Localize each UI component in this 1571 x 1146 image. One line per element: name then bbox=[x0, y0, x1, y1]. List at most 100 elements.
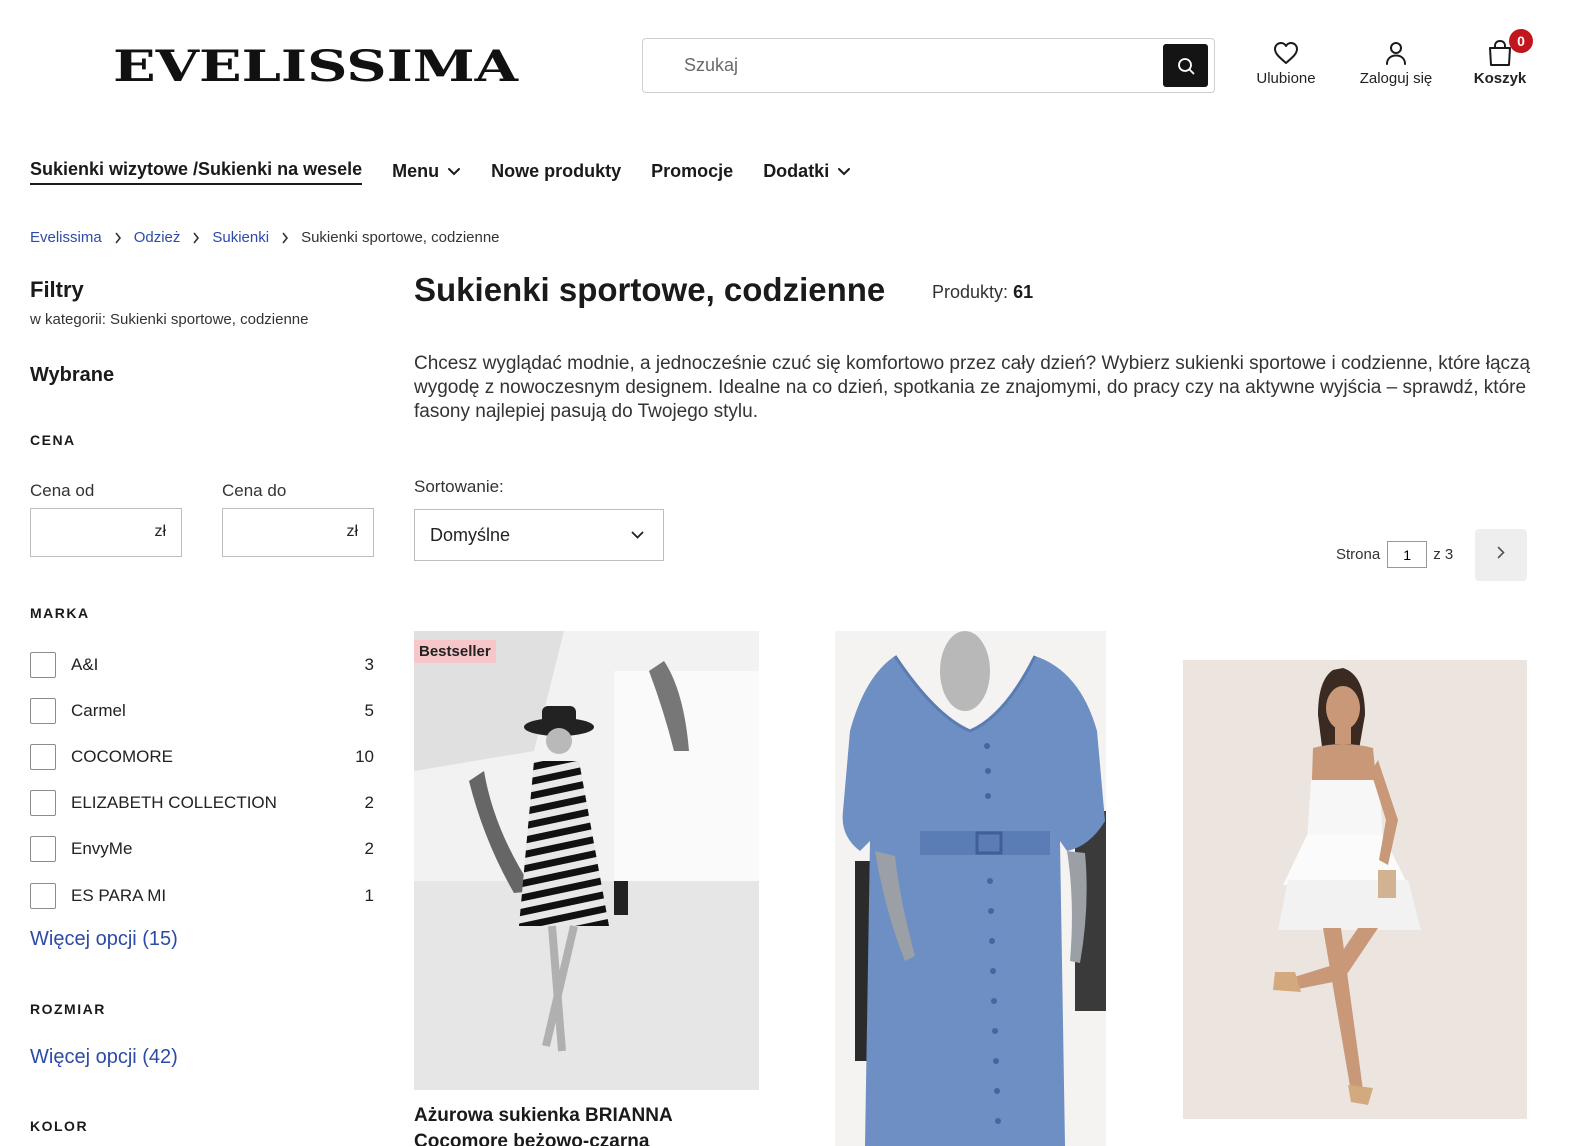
brand-count: 2 bbox=[364, 792, 374, 812]
selected-filters-heading: Wybrane bbox=[30, 364, 115, 386]
sort-selected-value: Domyślne bbox=[430, 524, 511, 545]
product-count-label: Produkty: bbox=[932, 282, 1009, 302]
brand-option[interactable]: EnvyMe 2 bbox=[30, 835, 374, 862]
logo-wordmark: EVELISSIMA bbox=[113, 48, 519, 84]
nav-item-label: Dodatki bbox=[763, 160, 830, 181]
nav-item-label: Nowe produkty bbox=[491, 160, 622, 181]
price-from-label: Cena od bbox=[30, 481, 95, 500]
nav-item-promotions[interactable]: Promocje bbox=[651, 158, 733, 184]
brand-name: ELIZABETH COLLECTION bbox=[71, 792, 277, 812]
brand-checkbox[interactable] bbox=[30, 835, 56, 862]
brand-checkbox[interactable] bbox=[30, 651, 56, 678]
pagination-total: z 3 bbox=[1433, 546, 1454, 563]
cart-link[interactable]: 0 Koszyk bbox=[1470, 29, 1533, 87]
chevron-down-icon bbox=[447, 167, 461, 176]
search-icon bbox=[1177, 57, 1194, 74]
product-title[interactable]: Ażurowa sukienka BRIANNA Cocomore beżowo… bbox=[414, 1103, 754, 1146]
brand-count: 2 bbox=[364, 838, 374, 858]
cart-label: Koszyk bbox=[1473, 70, 1527, 87]
filters-subtitle: w kategorii: Sukienki sportowe, codzienn… bbox=[30, 311, 309, 328]
main-navigation: Sukienki wizytowe /Sukienki na wesele Me… bbox=[30, 157, 881, 185]
product-card-image[interactable] bbox=[1183, 660, 1527, 1119]
login-link[interactable]: Zaloguj się bbox=[1354, 38, 1438, 87]
breadcrumb-link-dresses[interactable]: Sukienki bbox=[212, 229, 269, 246]
brand-option[interactable]: Carmel 5 bbox=[30, 697, 374, 724]
brand-option[interactable]: COCOMORE 10 bbox=[30, 743, 374, 770]
brand-option[interactable]: ES PARA MI 1 bbox=[30, 882, 374, 909]
sort-label: Sortowanie: bbox=[414, 477, 504, 496]
sort-select[interactable]: Domyślne bbox=[414, 509, 664, 561]
heart-icon bbox=[1273, 38, 1299, 68]
breadcrumb: Evelissima Odzież Sukienki Sukienki spor… bbox=[30, 229, 500, 246]
product-photo bbox=[1183, 660, 1527, 1119]
brand-checkbox[interactable] bbox=[30, 789, 56, 816]
size-filter-heading: ROZMIAR bbox=[30, 1001, 106, 1017]
price-to-field[interactable]: zł bbox=[222, 508, 374, 557]
product-card-image[interactable] bbox=[835, 631, 1106, 1146]
nav-item-label: Sukienki wizytowe /Sukienki na wesele bbox=[30, 158, 363, 179]
color-filter-heading: KOLOR bbox=[30, 1118, 89, 1134]
brand-name: ES PARA MI bbox=[71, 885, 167, 905]
price-from-field[interactable]: zł bbox=[30, 508, 182, 557]
price-filter-heading: CENA bbox=[30, 432, 76, 448]
currency-label: zł bbox=[346, 523, 358, 540]
breadcrumb-link-clothing[interactable]: Odzież bbox=[134, 229, 181, 246]
size-more-options-link[interactable]: Więcej opcji (42) bbox=[30, 1046, 178, 1069]
favorites-link[interactable]: Ulubione bbox=[1251, 38, 1321, 87]
search-input[interactable] bbox=[643, 39, 1153, 92]
page-number-input[interactable] bbox=[1387, 541, 1428, 568]
product-card-image[interactable] bbox=[414, 631, 759, 1090]
user-icon bbox=[1384, 38, 1408, 68]
brand-checkbox[interactable] bbox=[30, 882, 56, 909]
price-from-input[interactable] bbox=[31, 509, 141, 556]
brand-name: COCOMORE bbox=[71, 746, 173, 766]
breadcrumb-link-home[interactable]: Evelissima bbox=[30, 229, 102, 246]
currency-label: zł bbox=[154, 523, 166, 540]
brand-checkbox[interactable] bbox=[30, 743, 56, 770]
chevron-right-icon bbox=[114, 232, 122, 244]
pagination: Strona z 3 bbox=[1336, 541, 1453, 568]
product-photo bbox=[835, 631, 1106, 1146]
bestseller-badge: Bestseller bbox=[414, 640, 496, 663]
product-count: Produkty: 61 bbox=[932, 282, 1033, 303]
login-label: Zaloguj się bbox=[1359, 70, 1433, 87]
chevron-right-icon bbox=[192, 232, 200, 244]
brand-checkbox[interactable] bbox=[30, 697, 56, 724]
nav-item-menu[interactable]: Menu bbox=[392, 158, 461, 184]
brand-count: 3 bbox=[364, 654, 374, 674]
breadcrumb-current: Sukienki sportowe, codzienne bbox=[301, 229, 500, 246]
nav-item-new-products[interactable]: Nowe produkty bbox=[491, 158, 621, 184]
brand-count: 1 bbox=[364, 885, 374, 905]
product-count-value: 61 bbox=[1013, 282, 1034, 302]
pagination-prefix: Strona bbox=[1336, 546, 1381, 563]
next-page-button[interactable] bbox=[1475, 529, 1527, 581]
brand-count: 10 bbox=[355, 746, 374, 766]
brand-name: Carmel bbox=[71, 700, 126, 720]
nav-item-label: Menu bbox=[392, 160, 440, 181]
nav-item-formal-dresses[interactable]: Sukienki wizytowe /Sukienki na wesele bbox=[30, 157, 363, 185]
search-bar bbox=[642, 38, 1215, 93]
chevron-down-icon bbox=[631, 531, 644, 539]
search-button[interactable] bbox=[1163, 44, 1208, 87]
price-to-input[interactable] bbox=[223, 509, 333, 556]
page-title: Sukienki sportowe, codzienne bbox=[414, 271, 886, 308]
brand-option[interactable]: A&I 3 bbox=[30, 651, 374, 678]
brand-count: 5 bbox=[364, 700, 374, 720]
brand-more-options-link[interactable]: Więcej opcji (15) bbox=[30, 928, 178, 951]
chevron-right-icon bbox=[1497, 546, 1505, 564]
logo[interactable]: EVELISSIMA bbox=[113, 48, 523, 84]
logo-text: EVELISSIMA bbox=[113, 48, 519, 84]
nav-item-label: Promocje bbox=[651, 160, 734, 181]
filters-title: Filtry bbox=[30, 277, 84, 302]
brand-option[interactable]: ELIZABETH COLLECTION 2 bbox=[30, 789, 374, 816]
brand-filter-heading: MARKA bbox=[30, 605, 90, 621]
brand-name: EnvyMe bbox=[71, 838, 133, 858]
cart-count-badge: 0 bbox=[1509, 29, 1533, 53]
brand-name: A&I bbox=[71, 654, 99, 674]
price-to-label: Cena do bbox=[222, 481, 287, 500]
product-photo bbox=[414, 631, 759, 1090]
category-description: Chcesz wyglądać modnie, a jednocześnie c… bbox=[414, 353, 1531, 422]
nav-item-accessories[interactable]: Dodatki bbox=[763, 158, 851, 184]
favorites-label: Ulubione bbox=[1256, 70, 1316, 87]
chevron-down-icon bbox=[837, 167, 851, 176]
